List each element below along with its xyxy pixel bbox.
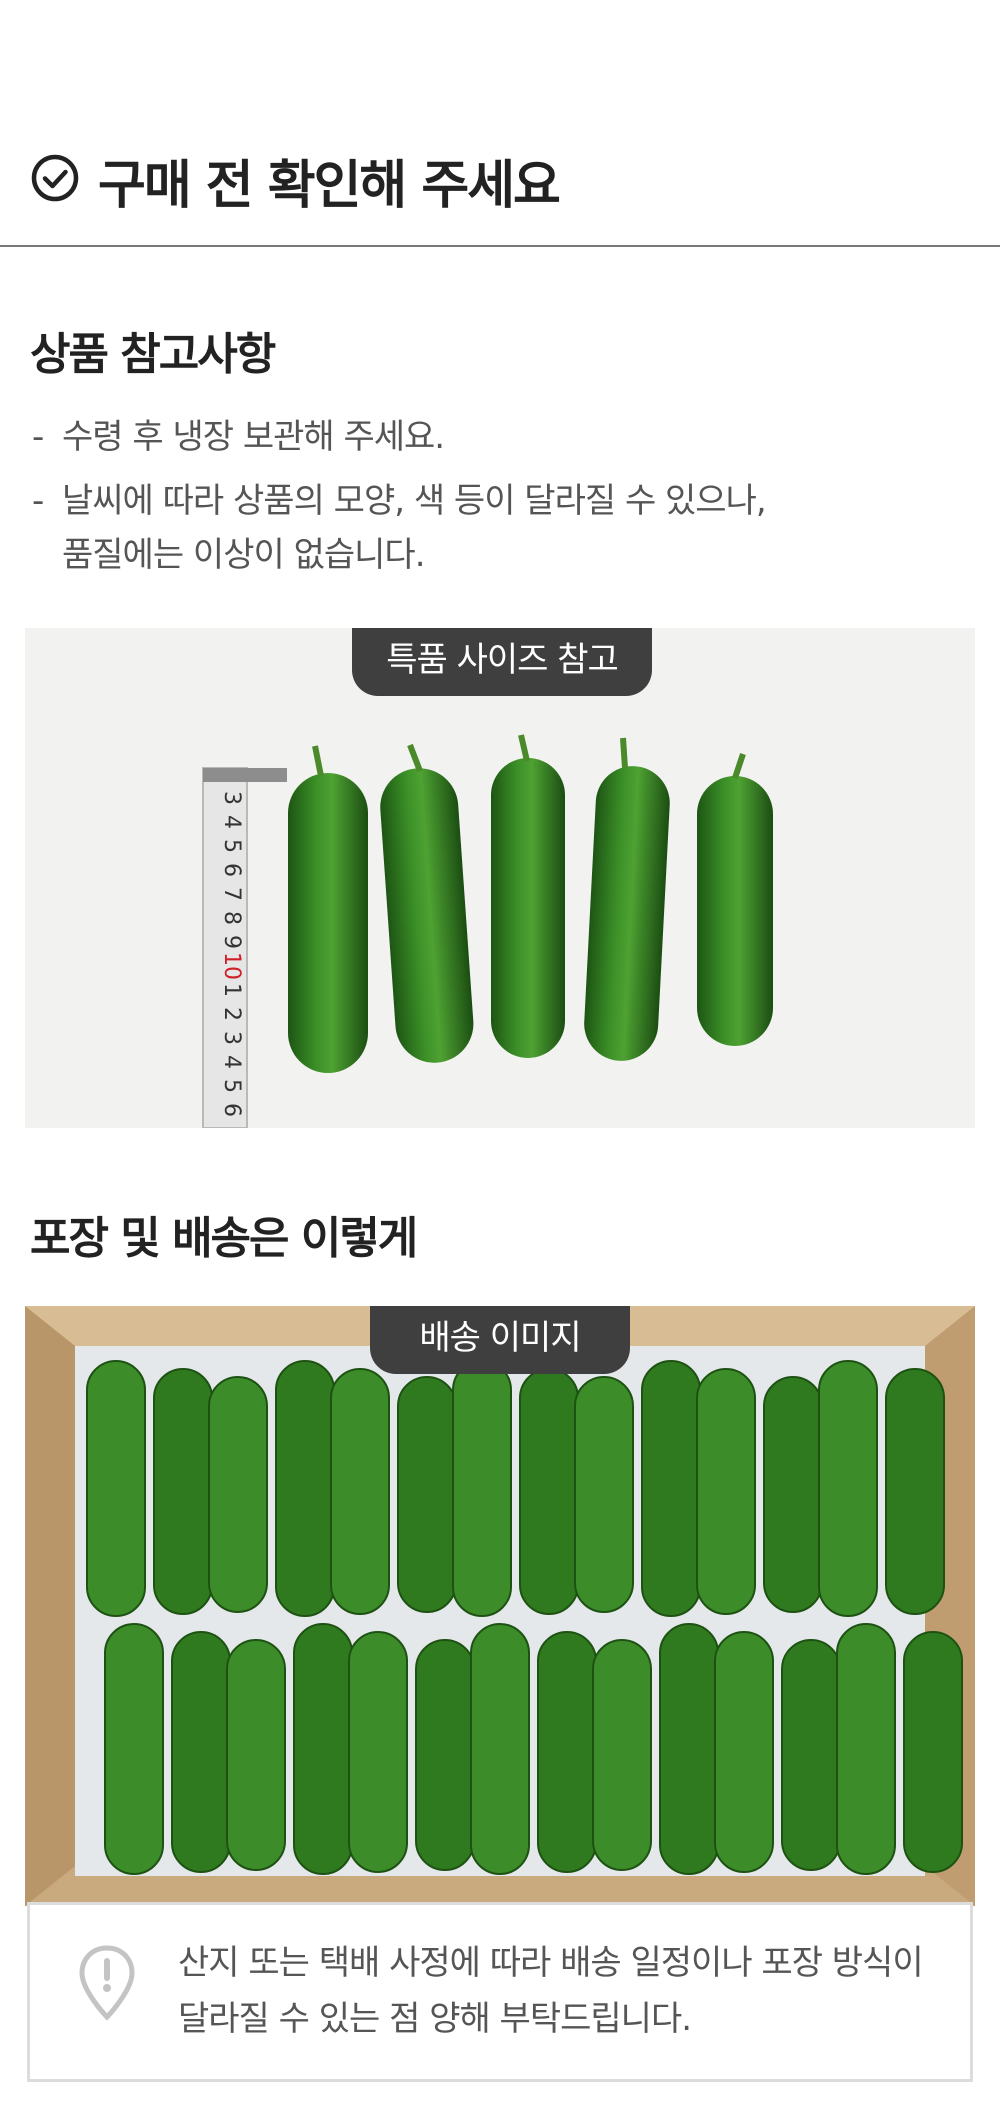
notice-text: 산지 또는 택배 사정에 따라 배송 일정이나 포장 방식이 달라질 수 있는 … <box>178 1943 924 2039</box>
shipping-image-badge: 배송 이미지 <box>370 1306 630 1374</box>
ruler-number: 2 <box>219 1007 244 1021</box>
packed-cucumber <box>86 1360 146 1617</box>
packed-cucumber <box>885 1368 945 1615</box>
product-notes-title: 상품 참고사항 <box>30 329 276 380</box>
ruler-number: 4 <box>219 1055 244 1069</box>
shipping-photo: 배송 이미지 <box>25 1306 975 1906</box>
packed-cucumber <box>171 1631 231 1873</box>
ruler-number: 10 <box>219 952 244 980</box>
packed-cucumber <box>696 1368 756 1615</box>
product-notes-list: - 수령 후 냉장 보관해 주세요. - 날씨에 따라 상품의 모양, 색 등이 달… <box>32 410 932 582</box>
page-title: 구매 전 확인해 주세요 <box>98 156 561 216</box>
packed-cucumber <box>592 1639 652 1871</box>
packed-cucumber <box>903 1631 963 1873</box>
ruler-number: 6 <box>219 863 244 877</box>
packed-cucumber <box>330 1368 390 1615</box>
packed-cucumber <box>519 1368 579 1615</box>
ruler-number: 1 <box>219 983 244 997</box>
packed-cucumber <box>104 1623 164 1875</box>
note-item: - 날씨에 따라 상품의 모양, 색 등이 달라질 수 있으나, 품질에는 이상이 … <box>32 481 767 575</box>
boxed-cucumbers-image <box>25 1306 975 1906</box>
packed-cucumber <box>452 1360 512 1617</box>
shipping-notice: 산지 또는 택배 사정에 따라 배송 일정이나 포장 방식이 달라질 수 있는 … <box>27 1902 973 2082</box>
packed-cucumber <box>641 1360 701 1617</box>
packed-cucumber <box>836 1623 896 1875</box>
packed-cucumber <box>763 1376 823 1613</box>
packed-cucumber <box>574 1376 634 1613</box>
packed-cucumber <box>470 1623 530 1875</box>
ruler-number: 3 <box>219 791 244 805</box>
packed-cucumber <box>714 1631 774 1873</box>
packed-cucumber <box>659 1623 719 1875</box>
check-circle-icon <box>31 154 79 202</box>
shipping-title: 포장 및 배송은 이렇게 <box>30 1213 418 1264</box>
packed-cucumber <box>208 1376 268 1613</box>
ruler-number: 6 <box>219 1103 244 1117</box>
ruler-number: 9 <box>219 935 244 949</box>
ruler-number: 5 <box>219 839 244 853</box>
packed-cucumber <box>781 1639 841 1871</box>
packed-cucumber <box>153 1368 213 1615</box>
ruler-number: 8 <box>219 911 244 925</box>
cucumbers-with-ruler-image: 3 4 5 6 7 8 9 10 1 2 3 4 5 6 <box>25 628 975 1128</box>
note-item: - 수령 후 냉장 보관해 주세요. <box>32 417 445 457</box>
packed-cucumber <box>348 1631 408 1873</box>
section-header: 구매 전 확인해 주세요 <box>0 135 1000 247</box>
packed-cucumber <box>226 1639 286 1871</box>
ruler-number: 5 <box>219 1079 244 1093</box>
size-reference-badge: 특품 사이즈 참고 <box>352 628 652 696</box>
ruler-number: 4 <box>219 815 244 829</box>
packed-cucumber <box>275 1360 335 1617</box>
ruler-number: 3 <box>219 1031 244 1045</box>
ruler-number: 7 <box>219 887 244 901</box>
alert-pin-icon <box>79 1945 135 2021</box>
size-reference-photo: 3 4 5 6 7 8 9 10 1 2 3 4 5 6 특품 사이즈 참고 <box>25 628 975 1128</box>
packed-cucumber <box>818 1360 878 1617</box>
packed-cucumber <box>293 1623 353 1875</box>
packed-cucumber <box>397 1376 457 1613</box>
packed-cucumber <box>415 1639 475 1871</box>
packed-cucumber <box>537 1631 597 1873</box>
